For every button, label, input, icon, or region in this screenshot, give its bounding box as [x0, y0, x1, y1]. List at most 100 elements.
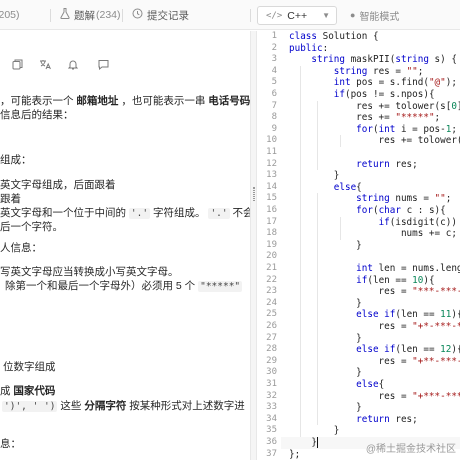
code-line[interactable]: }	[289, 170, 340, 182]
code-line[interactable]: else{	[289, 379, 384, 391]
line-number: 31	[266, 379, 277, 389]
translate-icon[interactable]	[38, 59, 52, 73]
description-line: 信息后的结果：	[0, 109, 74, 121]
line-number: 15	[266, 193, 277, 204]
smart-mode-label: 智能模式	[359, 11, 400, 23]
indent-guide	[317, 193, 319, 426]
smart-mode-toggle[interactable]: ● 智能模式	[350, 0, 399, 30]
line-number: 13	[266, 170, 277, 181]
code-line[interactable]: res += tolower(s[i])	[289, 135, 460, 147]
line-number: 10	[266, 135, 277, 146]
description-toolbar	[0, 59, 250, 75]
line-number: 24	[266, 297, 277, 308]
line-number: 37	[266, 448, 277, 459]
code-editor[interactable]: 1 2 3 4 5 6 7 8 9 10 11 12 13 14 15 16 17 18 19 20 21 22 23 24 2…	[257, 31, 460, 460]
line-number: 18	[266, 228, 277, 239]
indent-guide	[317, 100, 319, 171]
code-line[interactable]: else if(len == 12){	[289, 344, 460, 356]
tab-divider	[250, 9, 251, 22]
line-number: 21	[266, 263, 277, 273]
tab-discussion-label: 题解	[74, 9, 95, 22]
top-tab-bar: (205) 题解 (234) 提交记录 </> C++ ▼ ● 智能模式	[0, 0, 460, 30]
code-line[interactable]: for(char c : s){	[289, 205, 446, 217]
tab-submissions-label: 提交记录	[147, 9, 189, 22]
description-line: 跟着	[0, 193, 21, 205]
code-line[interactable]: res = "+*-***-***-"	[289, 321, 460, 333]
code-line[interactable]: public:	[289, 43, 328, 55]
comment-icon[interactable]	[96, 59, 110, 73]
code-line[interactable]: class Solution {	[289, 31, 379, 43]
code-line[interactable]: };	[289, 449, 300, 460]
language-select[interactable]: </> C++ ▼	[257, 6, 337, 25]
code-line[interactable]: res = "+**-***-***-	[289, 356, 460, 368]
line-number: 5	[271, 77, 277, 88]
line-number: 33	[266, 402, 277, 413]
pane-splitter[interactable]	[250, 31, 257, 460]
description-line: 位数字组成	[3, 361, 56, 373]
code-line[interactable]: }	[289, 437, 317, 449]
tab-solutions-count: (205)	[0, 9, 20, 21]
code-line[interactable]: string maskPII(string s) {	[289, 54, 457, 66]
description-line: ')', ' ') 这些 分隔字符 按某种形式对上述数字进	[2, 400, 245, 412]
copy-icon[interactable]	[10, 59, 24, 73]
code-line[interactable]: if(pos != s.npos){	[289, 89, 435, 101]
line-number: 36	[266, 437, 277, 447]
line-number: 17	[266, 216, 277, 227]
line-number: 14	[266, 181, 277, 192]
line-number: 25	[266, 309, 277, 320]
dot-icon: ●	[350, 10, 356, 20]
line-number: 29	[266, 355, 277, 366]
line-number: 19	[266, 239, 277, 250]
chevron-down-icon: ▼	[322, 11, 330, 20]
line-number: 8	[271, 112, 277, 123]
line-number: 3	[271, 54, 277, 65]
history-icon	[132, 8, 143, 22]
code-line[interactable]: if(len == 10){	[289, 275, 434, 287]
code-line[interactable]: for(int i = pos-1; i<s.l	[289, 124, 460, 136]
code-line[interactable]: res = "+***-***-***-	[289, 391, 460, 403]
description-line: 写英文字母应当转换成小写英文字母。	[0, 266, 179, 278]
line-number: 1	[271, 31, 277, 41]
line-number: 28	[266, 344, 277, 355]
code-line[interactable]: nums += c;	[289, 228, 457, 240]
line-number: 23	[266, 286, 277, 297]
line-number: 4	[271, 65, 277, 76]
description-line: 英文字母组成，后面跟着	[0, 179, 116, 191]
tab-submissions[interactable]: 提交记录	[132, 0, 189, 30]
line-number: 34	[266, 413, 277, 424]
description-line: 后一个字符。	[0, 221, 63, 233]
bell-icon[interactable]	[66, 59, 80, 73]
code-line[interactable]: int pos = s.find("@");	[289, 77, 457, 89]
code-line[interactable]: res += tolower(s[0]);	[289, 101, 460, 113]
tab-discussion[interactable]: 题解 (234)	[60, 0, 121, 30]
description-line: ，可能表示一个 邮箱地址 ，也可能表示一串 电话号码	[0, 95, 250, 107]
tab-divider	[122, 9, 123, 22]
code-icon: </>	[266, 10, 283, 21]
code-line[interactable]: return res;	[289, 414, 418, 426]
line-number: 9	[271, 123, 277, 134]
code-line[interactable]: res = "***-***-" + nu	[289, 286, 460, 298]
line-number: 26	[266, 321, 277, 331]
line-number: 6	[271, 89, 277, 99]
code-line[interactable]: string res = "";	[289, 66, 424, 78]
drag-handle-icon[interactable]	[253, 187, 255, 201]
line-number: 7	[271, 100, 277, 111]
line-number: 35	[266, 425, 277, 436]
indent-guide	[339, 135, 341, 147]
code-line[interactable]: }	[289, 425, 340, 437]
code-line[interactable]: int len = nums.length();	[289, 263, 460, 275]
description-line: 人信息：	[0, 242, 42, 254]
description-line: 除第一个和最后一个字母外）必须用 5 个 "*****"	[5, 280, 243, 292]
problem-description-pane: ，可能表示一个 邮箱地址 ，也可能表示一串 电话号码 信息后的结果： 组成： 英…	[0, 31, 250, 460]
code-line[interactable]: string nums = "";	[289, 193, 451, 205]
tab-solutions[interactable]: (205)	[0, 0, 20, 30]
code-line[interactable]: return res;	[289, 159, 418, 171]
code-line[interactable]: if(isdigit(c))	[289, 217, 457, 229]
line-number: 12	[266, 158, 277, 169]
line-number: 22	[266, 274, 277, 285]
description-line: 息：	[0, 438, 21, 450]
code-line[interactable]: res += "*****";	[289, 112, 440, 124]
line-number: 27	[266, 332, 277, 343]
indent-guide	[300, 65, 302, 437]
code-line[interactable]: else if(len == 11){	[289, 309, 460, 321]
